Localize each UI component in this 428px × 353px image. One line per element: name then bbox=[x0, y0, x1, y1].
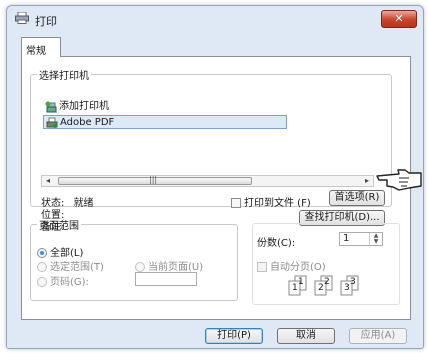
printer-item-label: Adobe PDF bbox=[60, 117, 115, 128]
range-selection-radio[interactable] bbox=[37, 262, 47, 272]
cancel-button[interactable]: 取消 bbox=[277, 328, 335, 344]
printer-item-add[interactable]: 添加打印机 bbox=[43, 100, 287, 114]
copies-spinner[interactable]: ▲ ▼ bbox=[369, 233, 382, 245]
print-dialog: 打印 ✕ 常规 选择打印机 添加打印机 Adobe PDF ◂ ||| ▸ 状态… bbox=[6, 5, 424, 349]
scroll-left-icon[interactable]: ◂ bbox=[42, 176, 54, 186]
collate-glyph: 3 bbox=[350, 277, 356, 287]
apply-button[interactable]: 应用(A) bbox=[349, 328, 407, 344]
scroll-right-icon[interactable]: ▸ bbox=[361, 176, 373, 186]
add-printer-icon bbox=[45, 101, 57, 113]
range-all-radio[interactable] bbox=[37, 248, 47, 258]
collate-checkbox[interactable] bbox=[257, 262, 267, 272]
range-selection-label: 选定范围(T) bbox=[50, 262, 104, 273]
page-range-legend: 页面范围 bbox=[39, 221, 79, 232]
range-current-page-option[interactable]: 当前页面(U) bbox=[135, 258, 203, 273]
select-printer-legend: 选择打印机 bbox=[39, 71, 89, 82]
printer-item-label: 添加打印机 bbox=[59, 101, 109, 112]
range-pages-label: 页码(G): bbox=[50, 277, 89, 288]
pointing-hand-icon bbox=[376, 169, 422, 191]
print-button[interactable]: 打印(P) bbox=[205, 328, 263, 344]
collate-glyph: 3 bbox=[344, 283, 350, 293]
collate-option[interactable]: 自动分页(O) bbox=[257, 258, 326, 273]
range-pages-radio[interactable] bbox=[37, 277, 47, 287]
printer-list[interactable]: 添加打印机 Adobe PDF bbox=[43, 100, 287, 132]
print-to-file-label: 打印到文件 (F) bbox=[244, 198, 311, 209]
printer-item-adobe-pdf[interactable]: Adobe PDF bbox=[43, 115, 287, 129]
general-panel: 选择打印机 添加打印机 Adobe PDF ◂ ||| ▸ 状态: 就绪 位置:… bbox=[21, 56, 411, 320]
printer-list-scrollbar[interactable]: ◂ ||| ▸ bbox=[41, 175, 374, 187]
range-selection-option[interactable]: 选定范围(T) bbox=[37, 258, 104, 273]
page-range-group: 页面范围 全部(L) 选定范围(T) 当前页面(U) 页码(G): bbox=[30, 217, 238, 301]
scrollbar-thumb[interactable]: ||| bbox=[58, 175, 252, 185]
collate-glyph: 2 bbox=[324, 277, 330, 287]
window-title: 打印 bbox=[35, 15, 57, 28]
print-to-file-option[interactable]: 打印到文件 (F) bbox=[231, 194, 311, 209]
close-button[interactable]: ✕ bbox=[381, 10, 417, 28]
copies-value: 1 bbox=[343, 233, 350, 244]
collate-glyph: 1 bbox=[298, 277, 304, 287]
copies-input[interactable]: 1 ▲ ▼ bbox=[339, 232, 383, 246]
print-to-file-checkbox[interactable] bbox=[231, 198, 241, 208]
range-pages-option[interactable]: 页码(G): bbox=[37, 273, 89, 288]
printer-icon bbox=[46, 117, 58, 128]
title-bar[interactable]: 打印 ✕ bbox=[7, 6, 423, 32]
copies-group: 份数(C): 1 ▲ ▼ 自动分页(O) 1 1 2 2 3 3 bbox=[252, 223, 400, 305]
collate-illustration-icon: 1 1 2 2 3 3 bbox=[287, 274, 377, 298]
range-all-option[interactable]: 全部(L) bbox=[37, 244, 83, 259]
printer-icon bbox=[15, 12, 29, 24]
pages-input[interactable] bbox=[135, 272, 197, 286]
tab-general[interactable]: 常规 bbox=[21, 37, 61, 57]
collate-label: 自动分页(O) bbox=[270, 262, 326, 273]
range-current-page-radio[interactable] bbox=[135, 262, 145, 272]
status-value: 就绪 bbox=[73, 198, 94, 209]
copies-label: 份数(C): bbox=[257, 238, 296, 249]
scrollbar-grip-icon: ||| bbox=[149, 175, 158, 184]
collate-glyph: 2 bbox=[318, 283, 324, 293]
collate-glyph: 1 bbox=[292, 283, 298, 293]
select-printer-group: 选择打印机 添加打印机 Adobe PDF ◂ ||| ▸ 状态: 就绪 位置:… bbox=[30, 67, 392, 233]
